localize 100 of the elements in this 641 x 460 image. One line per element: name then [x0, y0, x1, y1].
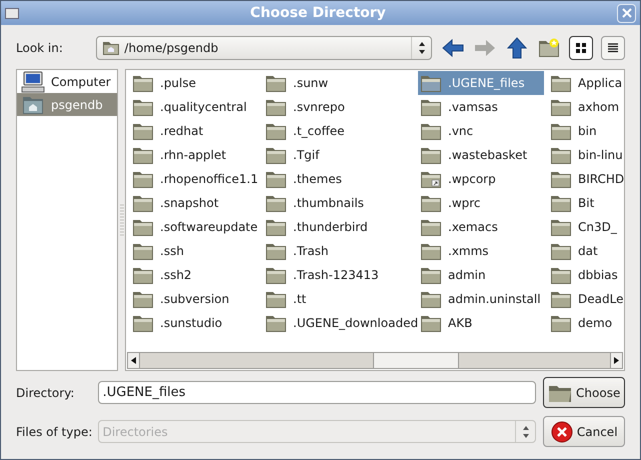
file-item[interactable]: .thunderbird	[263, 215, 418, 239]
file-item[interactable]: .rhn-applet	[130, 143, 263, 167]
folder-icon	[420, 265, 442, 285]
file-item[interactable]: admin	[418, 263, 548, 287]
back-arrow-icon[interactable]	[441, 36, 465, 60]
grid-icon	[575, 42, 587, 54]
file-item[interactable]: .tt	[263, 287, 418, 311]
folder-icon	[550, 145, 572, 165]
file-item[interactable]: DeadLe	[548, 287, 624, 311]
file-item[interactable]: .wprc	[418, 191, 548, 215]
folder-icon	[420, 73, 442, 93]
file-item[interactable]: dat	[548, 239, 624, 263]
directory-label: Directory:	[16, 384, 76, 402]
folder-icon	[265, 241, 287, 261]
file-item[interactable]: .ssh2	[130, 263, 263, 287]
home-folder-icon	[21, 94, 45, 114]
file-item[interactable]: .Trash	[263, 239, 418, 263]
list-view-button[interactable]	[601, 36, 625, 60]
home-folder-icon	[102, 40, 120, 56]
scroll-left-button[interactable]	[128, 353, 140, 368]
directory-input-field[interactable]: .UGENE_files	[98, 381, 536, 404]
folder-icon	[132, 169, 154, 189]
folder-icon	[132, 265, 154, 285]
folder-icon	[265, 193, 287, 213]
file-item[interactable]: .wastebasket	[418, 143, 548, 167]
folder-icon	[420, 217, 442, 237]
icon-view-button[interactable]	[569, 36, 593, 60]
file-item[interactable]: BIRCHD	[548, 167, 624, 191]
file-item[interactable]: bin	[548, 119, 624, 143]
sidebar-item[interactable]: Computer	[17, 70, 117, 93]
scroll-right-button[interactable]	[610, 353, 622, 368]
file-item[interactable]: dbbias	[548, 263, 624, 287]
choose-button[interactable]: Choose	[543, 377, 625, 408]
file-item[interactable]: .qualitycentral	[130, 95, 263, 119]
file-item[interactable]: .wpcorp	[418, 167, 548, 191]
file-item[interactable]: .softwareupdate	[130, 215, 263, 239]
folder-icon	[132, 217, 154, 237]
file-item[interactable]: .sunw	[263, 71, 418, 95]
file-item[interactable]: Bit	[548, 191, 624, 215]
file-item[interactable]: .thumbnails	[263, 191, 418, 215]
folder-icon	[550, 193, 572, 213]
folder-icon	[132, 193, 154, 213]
folder-icon	[550, 73, 572, 93]
left-arrow-icon	[131, 357, 136, 364]
new-folder-icon[interactable]	[537, 36, 561, 60]
file-item[interactable]: .xmms	[418, 239, 548, 263]
folder-icon	[132, 97, 154, 117]
file-item[interactable]: .snapshot	[130, 191, 263, 215]
cancel-button[interactable]: Cancel	[543, 416, 626, 447]
cancel-icon	[550, 420, 573, 442]
up-arrow-icon[interactable]	[505, 36, 529, 60]
folder-icon	[420, 313, 442, 333]
file-item[interactable]: demo	[548, 311, 624, 335]
file-item[interactable]: .vnc	[418, 119, 548, 143]
file-item[interactable]: .sunstudio	[130, 311, 263, 335]
splitter-grip-icon[interactable]	[120, 204, 124, 236]
folder-icon	[265, 97, 287, 117]
folder-icon	[420, 289, 442, 309]
file-item[interactable]: .ssh	[130, 239, 263, 263]
file-item[interactable]: AKB	[418, 311, 548, 335]
file-item[interactable]: Cn3D_	[548, 215, 624, 239]
folder-icon	[550, 289, 572, 309]
file-item[interactable]: bin-linu	[548, 143, 624, 167]
folder-icon	[132, 121, 154, 141]
folder-icon	[265, 289, 287, 309]
file-item[interactable]: .vamsas	[418, 95, 548, 119]
file-item[interactable]: .svnrepo	[263, 95, 418, 119]
close-button[interactable]	[617, 4, 636, 22]
folder-icon	[132, 241, 154, 261]
files-of-type-dropdown: Directories	[98, 420, 536, 443]
folder-icon	[550, 169, 572, 189]
folder-icon	[550, 217, 572, 237]
window-menu-icon[interactable]	[5, 8, 19, 18]
right-arrow-icon	[614, 357, 619, 364]
file-item[interactable]: .UGENE_downloaded	[263, 311, 418, 335]
file-item[interactable]: .subversion	[130, 287, 263, 311]
file-item[interactable]: .rhopenoffice1.1	[130, 167, 263, 191]
folder-icon	[420, 121, 442, 141]
look-in-dropdown[interactable]: /home/psgendb	[96, 36, 432, 60]
file-item[interactable]: .t_coffee	[263, 119, 418, 143]
folder-icon	[420, 97, 442, 117]
file-item[interactable]: .Tgif	[263, 143, 418, 167]
file-item[interactable]: admin.uninstall	[418, 287, 548, 311]
horizontal-scrollbar[interactable]	[127, 352, 623, 369]
file-item[interactable]: axhom	[548, 95, 624, 119]
file-item[interactable]: .themes	[263, 167, 418, 191]
folder-icon	[265, 145, 287, 165]
file-item[interactable]: .pulse	[130, 71, 263, 95]
list-icon	[607, 42, 619, 54]
folder-icon	[420, 193, 442, 213]
file-item[interactable]: .Trash-123413	[263, 263, 418, 287]
file-item[interactable]: Applica	[548, 71, 624, 95]
folder-icon	[550, 313, 572, 333]
file-item[interactable]: .xemacs	[418, 215, 548, 239]
folder-icon	[132, 73, 154, 93]
folder-icon	[265, 217, 287, 237]
file-item[interactable]: .redhat	[130, 119, 263, 143]
folder-icon	[265, 169, 287, 189]
window-title: Choose Directory	[249, 4, 387, 22]
scrollbar-thumb[interactable]	[373, 353, 459, 368]
